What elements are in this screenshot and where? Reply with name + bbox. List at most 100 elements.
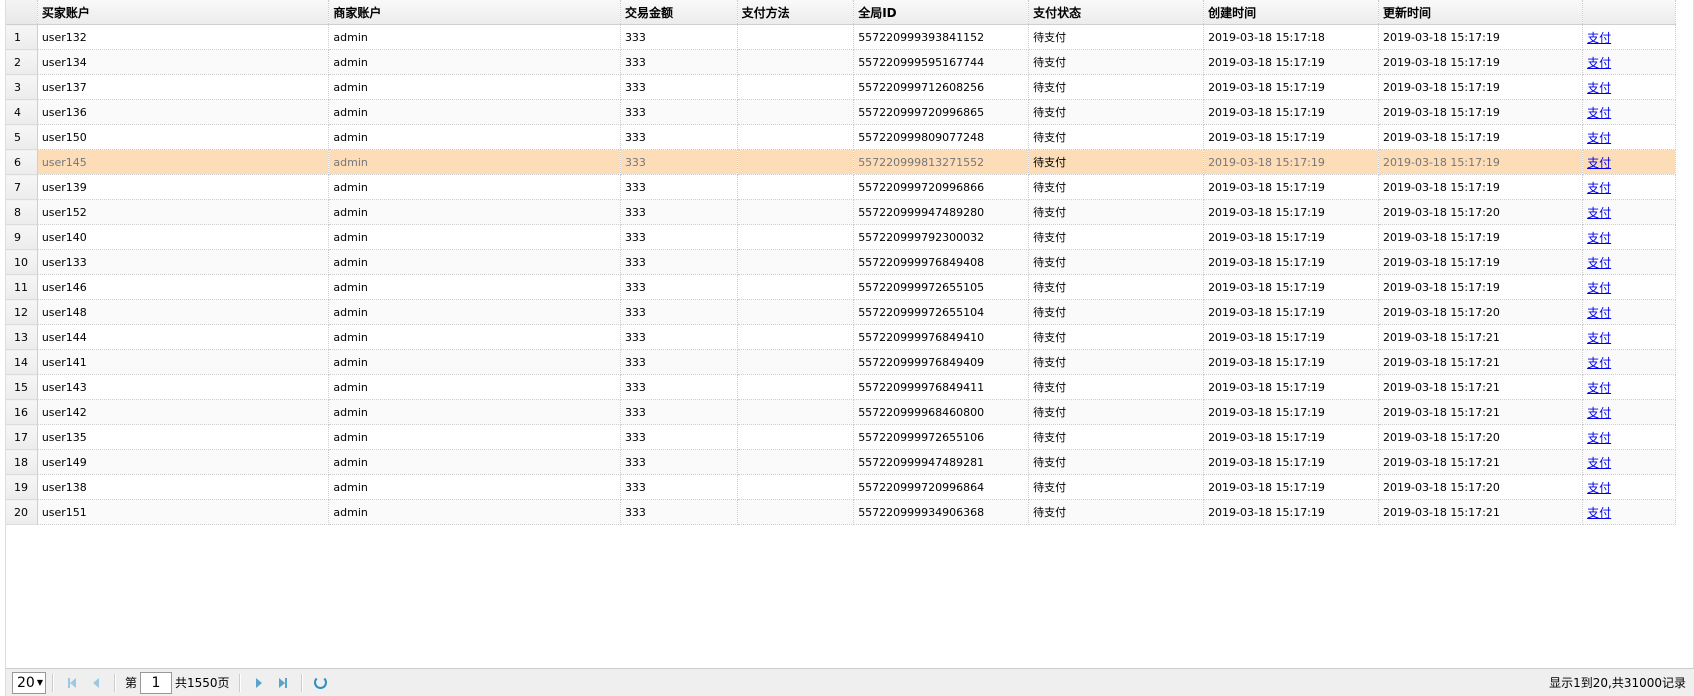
cell-global-id: 557220999972655104 [853,299,1030,325]
table-row[interactable]: 15 user143 admin 333 557220999976849411 待支付 20… [6,374,1676,400]
header-buyer[interactable]: 买家账户 [37,0,330,25]
next-page-button[interactable] [250,674,268,692]
pay-link[interactable]: 支付 [1587,156,1611,170]
page-size-select[interactable]: 20 ▼ [12,671,46,694]
page-number-input[interactable] [140,671,173,694]
pay-link[interactable]: 支付 [1587,431,1611,445]
table-row[interactable]: 7 user139 admin 333 557220999720996866 待支付 201… [6,174,1676,200]
refresh-button[interactable] [312,674,330,692]
table-row[interactable]: 12 user148 admin 333 557220999972655104 待支付 20… [6,299,1676,325]
pay-link[interactable]: 支付 [1587,406,1611,420]
cell-status: 待支付 [1028,374,1205,400]
table-row[interactable]: 1 user132 admin 333 557220999393841152 待支付 201… [6,24,1676,50]
cell-updated: 2019-03-18 15:17:19 [1378,274,1584,300]
cell-status: 待支付 [1028,449,1205,475]
prev-page-button[interactable] [87,674,105,692]
last-page-button[interactable] [274,674,292,692]
pay-link[interactable]: 支付 [1587,231,1611,245]
pay-link[interactable]: 支付 [1587,331,1611,345]
header-global-id[interactable]: 全局ID [853,0,1030,25]
table-row[interactable]: 6 user145 admin 333 557220999813271552 待支付 201… [6,149,1676,175]
table-row[interactable]: 14 user141 admin 333 557220999976849409 待支付 20… [6,349,1676,375]
cell-amount: 333 [620,174,738,200]
table-row[interactable]: 11 user146 admin 333 557220999972655105 待支付 20… [6,274,1676,300]
cell-seller: admin [328,324,621,350]
cell-buyer: user135 [37,424,330,450]
cell-status: 待支付 [1028,249,1205,275]
pagination-bar: 20 ▼ 第 共1550页 显示1到20,共31000记录 [5,668,1694,696]
first-page-button[interactable] [63,674,81,692]
pay-link[interactable]: 支付 [1587,256,1611,270]
pay-link[interactable]: 支付 [1587,281,1611,295]
pay-link[interactable]: 支付 [1587,56,1611,70]
cell-buyer: user141 [37,349,330,375]
cell-action: 支付 [1582,224,1676,250]
row-number: 20 [6,499,38,525]
table-row[interactable]: 19 user138 admin 333 557220999720996864 待支付 20… [6,474,1676,500]
cell-updated: 2019-03-18 15:17:20 [1378,474,1584,500]
cell-method [737,474,855,500]
cell-seller: admin [328,274,621,300]
pay-link[interactable]: 支付 [1587,506,1611,520]
header-seller[interactable]: 商家账户 [328,0,621,25]
row-number: 9 [6,224,38,250]
pay-link[interactable]: 支付 [1587,31,1611,45]
cell-amount: 333 [620,274,738,300]
pay-link[interactable]: 支付 [1587,131,1611,145]
row-number: 5 [6,124,38,150]
table-row[interactable]: 2 user134 admin 333 557220999595167744 待支付 201… [6,49,1676,75]
cell-updated: 2019-03-18 15:17:19 [1378,249,1584,275]
next-page-icon [255,677,262,688]
prev-page-icon [93,677,99,688]
pay-link[interactable]: 支付 [1587,181,1611,195]
row-number: 18 [6,449,38,475]
cell-created: 2019-03-18 15:17:19 [1203,449,1379,475]
table-row[interactable]: 16 user142 admin 333 557220999968460800 待支付 20… [6,399,1676,425]
row-number: 2 [6,49,38,75]
header-amount[interactable]: 交易金额 [620,0,738,25]
record-info: 显示1到20,共31000记录 [1549,676,1686,690]
table-row[interactable]: 13 user144 admin 333 557220999976849410 待支付 20… [6,324,1676,350]
table-row[interactable]: 18 user149 admin 333 557220999947489281 待支付 20… [6,449,1676,475]
cell-buyer: user148 [37,299,330,325]
pay-link[interactable]: 支付 [1587,356,1611,370]
pay-link[interactable]: 支付 [1587,81,1611,95]
cell-buyer: user132 [37,24,330,50]
pay-link[interactable]: 支付 [1587,306,1611,320]
chevron-down-icon: ▼ [36,678,44,687]
pager-separator [300,673,303,692]
cell-updated: 2019-03-18 15:17:20 [1378,199,1584,225]
table-row[interactable]: 3 user137 admin 333 557220999712608256 待支付 201… [6,74,1676,100]
cell-global-id: 557220999976849408 [853,249,1030,275]
cell-action: 支付 [1582,299,1676,325]
pay-link[interactable]: 支付 [1587,481,1611,495]
pay-link[interactable]: 支付 [1587,456,1611,470]
table-row[interactable]: 10 user133 admin 333 557220999976849408 待支付 20… [6,249,1676,275]
cell-amount: 333 [620,124,738,150]
table-row[interactable]: 4 user136 admin 333 557220999720996865 待支付 201… [6,99,1676,125]
cell-seller: admin [328,199,621,225]
cell-method [737,199,855,225]
table-row[interactable]: 20 user151 admin 333 557220999934906368 待支付 20… [6,499,1676,525]
cell-amount: 333 [620,324,738,350]
cell-seller: admin [328,299,621,325]
header-method[interactable]: 支付方法 [737,0,855,25]
cell-action: 支付 [1582,424,1676,450]
header-created[interactable]: 创建时间 [1203,0,1379,25]
cell-updated: 2019-03-18 15:17:19 [1378,74,1584,100]
cell-amount: 333 [620,49,738,75]
pay-link[interactable]: 支付 [1587,206,1611,220]
cell-global-id: 557220999976849410 [853,324,1030,350]
cell-updated: 2019-03-18 15:17:21 [1378,399,1584,425]
table-row[interactable]: 9 user140 admin 333 557220999792300032 待支付 201… [6,224,1676,250]
cell-updated: 2019-03-18 15:17:19 [1378,149,1584,175]
table-row[interactable]: 8 user152 admin 333 557220999947489280 待支付 201… [6,199,1676,225]
pay-link[interactable]: 支付 [1587,106,1611,120]
table-row[interactable]: 17 user135 admin 333 557220999972655106 待支付 20… [6,424,1676,450]
pay-link[interactable]: 支付 [1587,381,1611,395]
table-row[interactable]: 5 user150 admin 333 557220999809077248 待支付 201… [6,124,1676,150]
cell-global-id: 557220999976849409 [853,349,1030,375]
header-status[interactable]: 支付状态 [1028,0,1205,25]
header-updated[interactable]: 更新时间 [1378,0,1584,25]
cell-seller: admin [328,449,621,475]
